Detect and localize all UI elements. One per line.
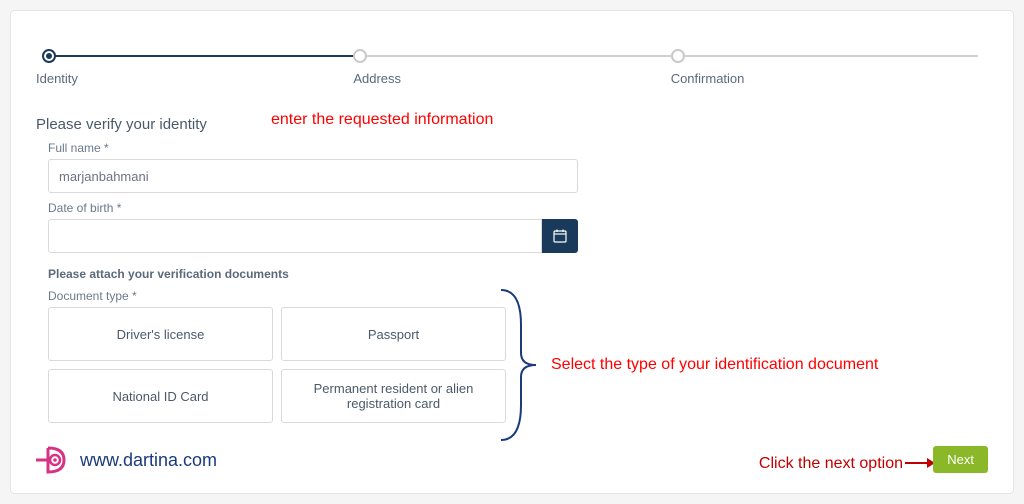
- attach-label: Please attach your verification document…: [48, 267, 988, 281]
- footer-brand: www.dartina.com: [36, 445, 217, 475]
- dob-input[interactable]: [48, 219, 542, 253]
- step-label-identity: Identity: [36, 71, 78, 86]
- doc-permanent-resident[interactable]: Permanent resident or alien registration…: [281, 369, 506, 423]
- section-heading: Please verify your identity: [36, 116, 988, 133]
- step-label-address: Address: [353, 71, 401, 86]
- calendar-icon: [553, 229, 567, 243]
- brand-url: www.dartina.com: [80, 450, 217, 471]
- arrow-icon: [905, 457, 935, 469]
- doc-passport[interactable]: Passport: [281, 307, 506, 361]
- step-address: Address: [353, 49, 670, 86]
- doctype-label: Document type *: [48, 289, 988, 303]
- next-button[interactable]: Next: [933, 446, 988, 473]
- verification-card: Identity Address Confirmation Please ver…: [10, 10, 1014, 494]
- calendar-button[interactable]: [542, 219, 578, 253]
- annotation-click-next: Click the next option: [759, 455, 903, 473]
- doc-drivers-license[interactable]: Driver's license: [48, 307, 273, 361]
- progress-bar: Identity Address Confirmation: [36, 49, 988, 86]
- step-identity: Identity: [36, 49, 353, 86]
- dob-label: Date of birth *: [48, 201, 988, 215]
- brand-logo-icon: [36, 445, 70, 475]
- step-label-confirmation: Confirmation: [671, 71, 745, 86]
- fullname-label: Full name *: [48, 141, 988, 155]
- doc-national-id[interactable]: National ID Card: [48, 369, 273, 423]
- fullname-input[interactable]: [48, 159, 578, 193]
- step-confirmation: Confirmation: [671, 49, 988, 86]
